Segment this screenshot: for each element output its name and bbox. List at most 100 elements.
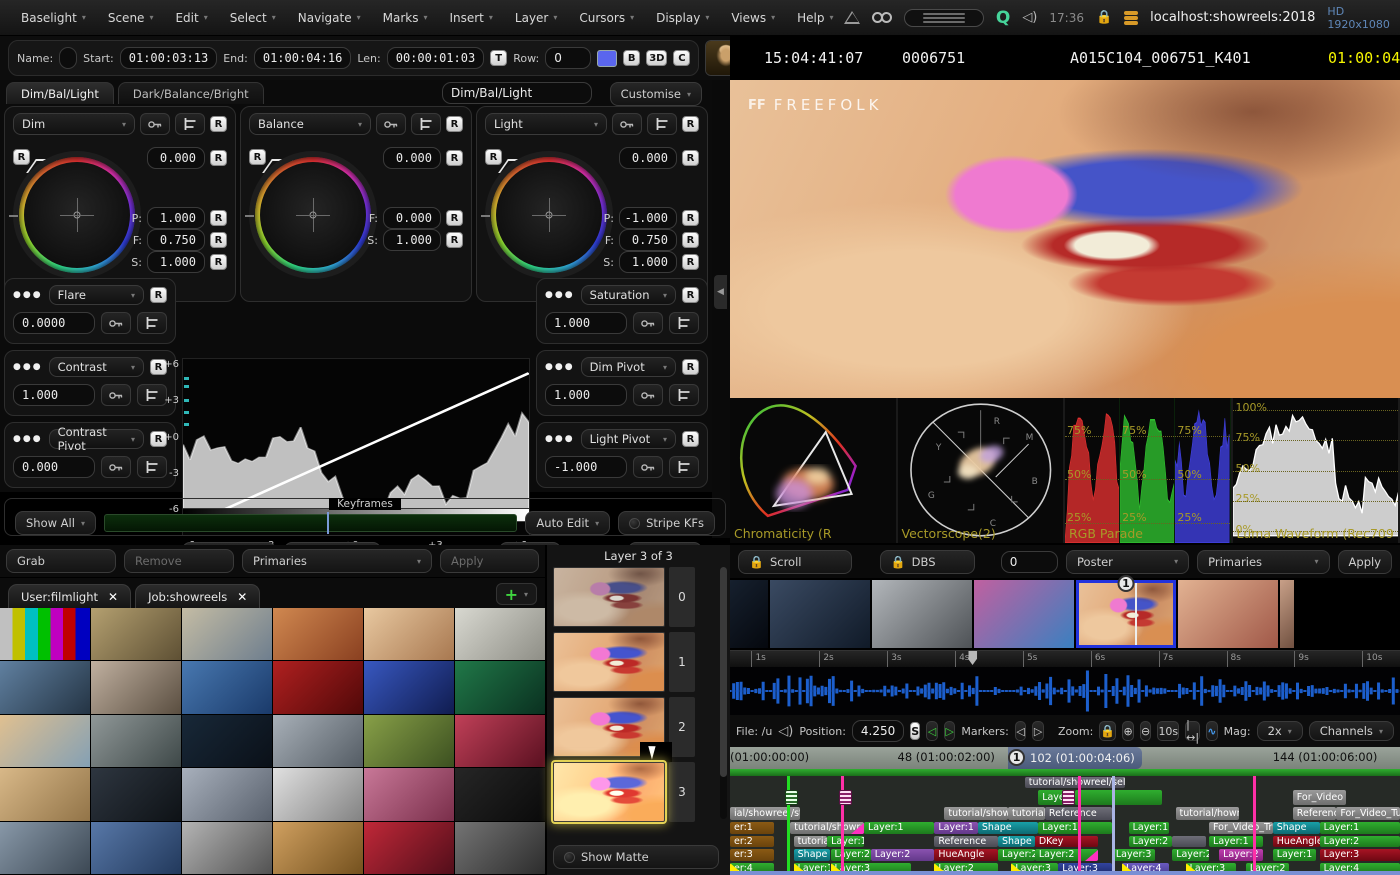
dots-icon[interactable]: ●●● bbox=[545, 362, 575, 372]
timeline-segment[interactable] bbox=[1172, 836, 1206, 848]
timeline-segment[interactable]: Layer:2 bbox=[998, 849, 1035, 861]
timeline-segment[interactable]: Layer:1 bbox=[1038, 822, 1112, 834]
gallery-thumbnail[interactable] bbox=[182, 822, 272, 874]
value-input[interactable]: 0.0000 bbox=[13, 312, 95, 334]
document-icon[interactable] bbox=[839, 790, 852, 805]
layer-index[interactable]: 0 bbox=[669, 567, 695, 627]
gallery-thumbnail[interactable] bbox=[0, 768, 90, 820]
start-input[interactable]: 01:00:03:13 bbox=[120, 47, 217, 69]
dots-icon[interactable]: ●●● bbox=[545, 434, 575, 444]
timeline-segment[interactable]: Layer:1 bbox=[1273, 849, 1317, 861]
warning-icon[interactable] bbox=[844, 11, 860, 24]
filmstrip-thumbnail[interactable] bbox=[1280, 580, 1294, 648]
timeline-segment[interactable]: Shape bbox=[998, 836, 1035, 848]
keyframes-track[interactable] bbox=[104, 514, 517, 532]
gallery-thumbnail[interactable] bbox=[91, 661, 181, 713]
menu-display[interactable]: Display▾ bbox=[645, 0, 720, 35]
timeline-segment[interactable]: Layer:2 bbox=[871, 849, 935, 861]
key-icon[interactable] bbox=[101, 456, 131, 478]
histogram-icon[interactable] bbox=[137, 312, 167, 334]
gallery-primaries-dropdown[interactable]: Primaries▾ bbox=[242, 549, 432, 573]
document-icon[interactable] bbox=[785, 790, 798, 805]
value-input[interactable]: 1.000 bbox=[13, 384, 95, 406]
t-button[interactable]: T bbox=[490, 50, 507, 66]
filmstrip-thumbnail[interactable] bbox=[974, 580, 1074, 648]
gallery-thumbnail[interactable] bbox=[273, 822, 363, 874]
param-reset-button[interactable]: R bbox=[210, 210, 227, 226]
gallery-thumbnail[interactable] bbox=[0, 661, 90, 713]
zoom-out-button[interactable]: ⊖ bbox=[1140, 721, 1152, 741]
timeline-segment[interactable]: er:1 bbox=[730, 822, 774, 834]
histogram-icon[interactable] bbox=[669, 312, 699, 334]
audio-waveform[interactable] bbox=[730, 667, 1400, 715]
b-button[interactable]: B bbox=[623, 50, 640, 66]
layer-index[interactable]: 3 bbox=[669, 762, 695, 822]
layer-row-2[interactable]: 2 bbox=[553, 697, 724, 757]
timeline-segment[interactable]: er:3 bbox=[730, 849, 774, 861]
timeline-segment[interactable]: For_Video bbox=[1293, 790, 1347, 805]
timeline-segment[interactable] bbox=[1075, 790, 1162, 805]
dots-icon[interactable]: ●●● bbox=[13, 434, 43, 444]
rgb-parade-scope[interactable]: 75%50%25%0%75%50%25%0%75%50%25%0% RGB Pa… bbox=[1065, 398, 1233, 543]
gallery-thumbnail[interactable] bbox=[273, 768, 363, 820]
menu-navigate[interactable]: Navigate▾ bbox=[287, 0, 372, 35]
master-reset-button[interactable]: R bbox=[682, 150, 699, 166]
gallery-thumbnail[interactable] bbox=[455, 822, 545, 874]
timeline-ruler[interactable]: (01:00:00:00)48 (01:00:02:00)144 (01:00:… bbox=[730, 747, 1400, 769]
param-value-input[interactable]: 0.000 bbox=[383, 207, 441, 229]
timeline-segment[interactable]: Shape bbox=[1273, 822, 1320, 834]
menu-views[interactable]: Views▾ bbox=[720, 0, 786, 35]
gallery-thumbnail[interactable] bbox=[273, 715, 363, 767]
balance-dropdown[interactable]: Balance▾ bbox=[249, 113, 371, 135]
glasses-icon[interactable] bbox=[872, 12, 892, 23]
timeline-segment[interactable]: Shape bbox=[978, 822, 1038, 834]
timeline-segment[interactable]: tutorial/showreel/selected_ bbox=[1025, 777, 1126, 788]
timeline-segment[interactable]: Reference bbox=[1293, 807, 1337, 820]
dim-pivot-dropdown[interactable]: Dim Pivot▾ bbox=[581, 357, 676, 377]
step-forward-button[interactable]: ▷ bbox=[944, 721, 956, 741]
menu-select[interactable]: Select▾ bbox=[219, 0, 287, 35]
value-input[interactable]: -1.000 bbox=[545, 456, 627, 478]
param-value-input[interactable]: 0.750 bbox=[619, 229, 677, 251]
dots-icon[interactable]: ●●● bbox=[13, 362, 43, 372]
layer-index[interactable]: 1 bbox=[669, 632, 695, 692]
dim-wheel[interactable] bbox=[13, 151, 141, 279]
value-input[interactable]: 0.000 bbox=[13, 456, 95, 478]
timeline-segment[interactable]: For_Video_Tuto bbox=[1336, 807, 1400, 820]
document-icon[interactable] bbox=[1062, 790, 1075, 805]
stripe-kfs-toggle[interactable]: Stripe KFs bbox=[618, 511, 715, 535]
histogram-icon[interactable] bbox=[669, 456, 699, 478]
mag-dropdown[interactable]: 2x▾ bbox=[1257, 721, 1303, 741]
param-value-input[interactable]: 1.000 bbox=[619, 251, 677, 273]
key-icon[interactable] bbox=[140, 113, 170, 135]
gallery-thumbnail[interactable] bbox=[364, 768, 454, 820]
gallery-thumbnail[interactable] bbox=[91, 608, 181, 660]
zoom-in-button[interactable]: ⊕ bbox=[1122, 721, 1134, 741]
timeline-segment[interactable]: Layer:3 bbox=[1112, 849, 1156, 861]
filmstrip-thumbnail[interactable] bbox=[1178, 580, 1278, 648]
timeline-segment[interactable]: Layer:1 bbox=[864, 822, 934, 834]
layer-thumbnail[interactable] bbox=[553, 632, 665, 692]
master-value-input[interactable]: 0.000 bbox=[383, 147, 441, 169]
timeline-segment[interactable]: tutorial/howree/se bbox=[1176, 807, 1240, 820]
timeline-segment[interactable]: HueAngle bbox=[934, 849, 998, 861]
tab-user-filmlight[interactable]: User:filmlight✕ bbox=[8, 584, 131, 608]
reset-button[interactable]: R bbox=[150, 287, 167, 303]
dim-reset-all-button[interactable]: R bbox=[210, 116, 227, 132]
timeline-segment[interactable]: DKey bbox=[1035, 836, 1099, 848]
preset-name-field[interactable]: Dim/Bal/Light bbox=[442, 82, 592, 104]
fit-width-button[interactable]: |↔| bbox=[1185, 721, 1200, 741]
histogram-icon[interactable] bbox=[669, 384, 699, 406]
deck-apply-button[interactable]: Apply bbox=[1338, 550, 1392, 574]
zoom-window-button[interactable]: 10s bbox=[1157, 721, 1179, 741]
key-icon[interactable] bbox=[633, 384, 663, 406]
filmstrip-thumbnail[interactable] bbox=[872, 580, 972, 648]
menu-help[interactable]: Help▾ bbox=[786, 0, 844, 35]
snap-button[interactable]: S bbox=[910, 722, 920, 740]
filmstrip-thumbnail[interactable]: 1 bbox=[1076, 580, 1176, 648]
deck-counter-input[interactable]: 0 bbox=[1001, 551, 1058, 573]
timeline-hscrollbar[interactable] bbox=[730, 871, 1400, 875]
strip-colour-swatch[interactable] bbox=[597, 50, 617, 67]
step-back-button[interactable]: ◁ bbox=[926, 721, 938, 741]
value-input[interactable]: 1.000 bbox=[545, 384, 627, 406]
